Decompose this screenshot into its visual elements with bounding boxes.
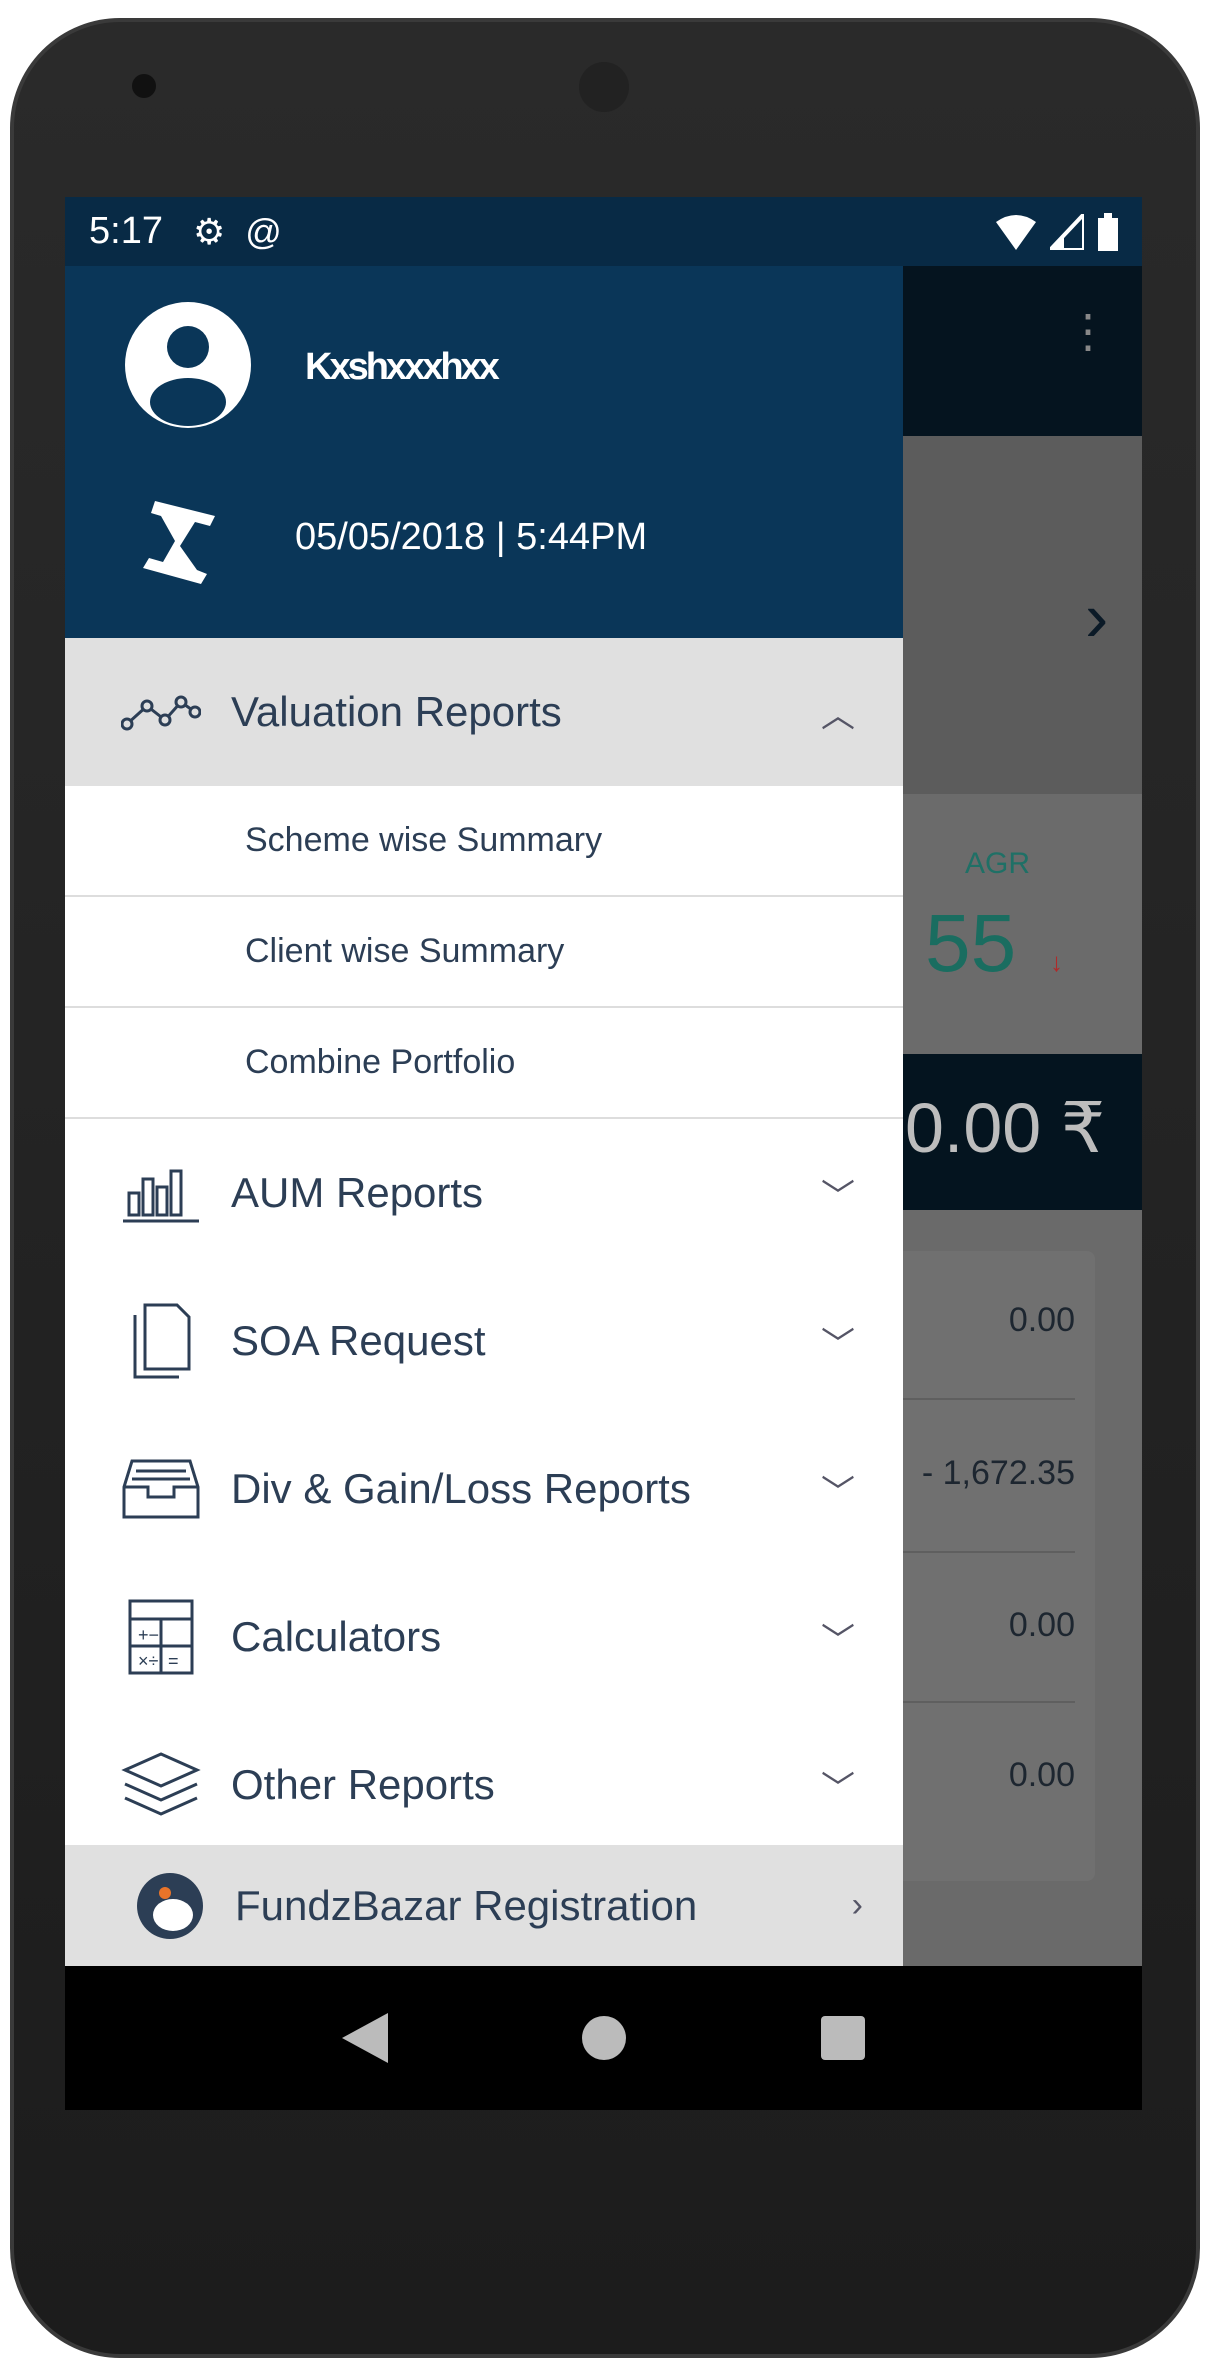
submenu-label: Combine Portfolio	[245, 1043, 516, 1081]
screen: 5:17 ⚙ @ ⋮ › AGR 55 ↓ 0.00 ₹ 0.00 - 1,67…	[65, 197, 1142, 2110]
user-name: Kxshxxxhxx	[305, 346, 500, 388]
total-value: 0.00 ₹	[905, 1089, 1106, 1167]
menu-label: AUM Reports	[231, 1169, 484, 1216]
chevron-up-icon: ︿	[821, 696, 855, 735]
chevron-down-icon: ﹀	[821, 1473, 855, 1512]
calculator-icon: +− ×÷ =	[121, 1597, 201, 1677]
menu-valuation-reports[interactable]: Valuation Reports ︿	[65, 638, 903, 786]
wifi-icon	[996, 214, 1036, 250]
menu-label: Valuation Reports	[231, 688, 562, 735]
battery-icon	[1098, 212, 1118, 251]
summary-card: 0.00 - 1,672.35 0.00 0.00	[903, 1251, 1095, 1881]
submenu-scheme-wise-summary[interactable]: Scheme wise Summary	[65, 786, 903, 897]
next-arrow-icon[interactable]: ›	[1085, 577, 1108, 657]
down-arrow-icon: ↓	[1050, 947, 1063, 977]
menu-label: Div & Gain/Loss Reports	[231, 1465, 691, 1512]
sync-icon: @	[245, 210, 282, 252]
status-bar: 5:17 ⚙ @	[65, 197, 1142, 266]
recents-icon[interactable]	[821, 2016, 866, 2060]
hourglass-icon	[143, 501, 215, 584]
layers-icon	[121, 1745, 201, 1825]
card-value: - 1,672.35	[921, 1454, 1075, 1492]
earpiece-speaker	[579, 62, 629, 112]
menu-label: Calculators	[231, 1613, 442, 1660]
svg-text:×÷: ×÷	[138, 1651, 159, 1671]
last-login-datetime: 05/05/2018 | 5:44PM	[295, 516, 648, 558]
menu-div-gain-loss-reports[interactable]: Div & Gain/Loss Reports ﹀	[65, 1415, 903, 1563]
submenu-client-wise-summary[interactable]: Client wise Summary	[65, 897, 903, 1008]
navigation-drawer: Kxshxxxhxx 05/05/2018 | 5:44PM Valuation…	[65, 266, 903, 1966]
menu-calculators[interactable]: +− ×÷ = Calculators ﹀	[65, 1563, 903, 1711]
submenu-combine-portfolio[interactable]: Combine Portfolio	[65, 1008, 903, 1119]
submenu-label: Client wise Summary	[245, 932, 565, 970]
card-value: 0.00	[1008, 1756, 1075, 1794]
svg-text:+−: +−	[138, 1625, 159, 1645]
signal-icon	[1050, 213, 1084, 250]
back-icon[interactable]	[341, 2013, 388, 2063]
chevron-down-icon: ﹀	[821, 1177, 855, 1216]
chevron-down-icon: ﹀	[821, 1621, 855, 1660]
fundzbazar-logo	[137, 1872, 203, 1939]
menu-soa-request[interactable]: SOA Request ﹀	[65, 1267, 903, 1415]
card-value: 0.00	[1008, 1606, 1075, 1644]
document-icon	[121, 1301, 201, 1381]
gear-icon: ⚙	[192, 210, 226, 252]
system-nav-bar	[65, 1966, 1142, 2110]
menu-label: SOA Request	[231, 1317, 486, 1364]
cagr-value: 55	[925, 898, 1017, 989]
drawer-header: Kxshxxxhxx 05/05/2018 | 5:44PM	[65, 266, 903, 638]
more-options-icon[interactable]: ⋮	[1065, 308, 1111, 354]
submenu-label: Scheme wise Summary	[245, 821, 603, 859]
status-time: 5:17	[89, 210, 163, 252]
inbox-tray-icon	[121, 1449, 201, 1529]
bar-chart-icon	[121, 1153, 201, 1233]
menu-other-reports[interactable]: Other Reports ﹀	[65, 1711, 903, 1859]
fundzbazar-label: FundzBazar Registration	[235, 1881, 698, 1929]
fundzbazar-registration[interactable]: FundzBazar Registration ›	[65, 1845, 903, 1966]
chevron-right-icon: ›	[851, 1886, 863, 1924]
cagr-label: AGR	[965, 847, 1031, 880]
front-camera	[132, 74, 156, 98]
menu-aum-reports[interactable]: AUM Reports ﹀	[65, 1119, 903, 1267]
chevron-down-icon: ﹀	[821, 1325, 855, 1364]
menu-label: Other Reports	[231, 1761, 495, 1808]
line-chart-icon	[121, 672, 201, 752]
avatar[interactable]	[125, 302, 251, 428]
svg-text:=: =	[168, 1651, 179, 1671]
chevron-down-icon: ﹀	[821, 1769, 855, 1808]
home-icon[interactable]	[581, 2015, 627, 2061]
card-value: 0.00	[1008, 1301, 1075, 1339]
